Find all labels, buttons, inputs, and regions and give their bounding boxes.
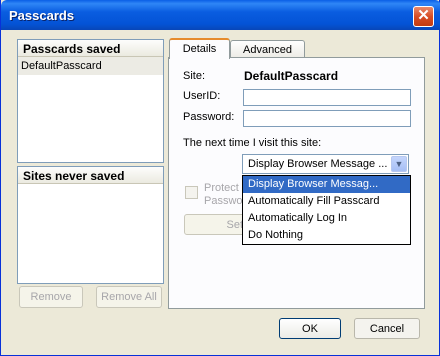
remove-button[interactable]: Remove (19, 286, 83, 308)
select-value: Display Browser Message ... (248, 158, 388, 170)
passcards-dialog: Passcards ✕ Passcards saved DefaultPassc… (0, 0, 440, 356)
site-value: DefaultPasscard (244, 69, 339, 83)
password-label: Password: (183, 111, 235, 123)
userid-label: UserID: (183, 90, 221, 102)
userid-input[interactable] (243, 89, 411, 106)
protect-label: Protect (204, 182, 239, 194)
chevron-down-icon[interactable]: ▼ (391, 156, 407, 172)
dropdown-option-do-nothing[interactable]: Do Nothing (243, 227, 410, 244)
close-icon[interactable]: ✕ (413, 6, 434, 27)
passcards-saved-list: Passcards saved DefaultPasscard (17, 39, 164, 163)
remove-all-button[interactable]: Remove All (96, 286, 162, 308)
window-title: Passcards (9, 8, 75, 23)
next-time-label: The next time I visit this site: (183, 137, 322, 149)
dropdown-option-autologin[interactable]: Automatically Log In (243, 210, 410, 227)
site-label: Site: (183, 70, 206, 82)
tab-advanced[interactable]: Advanced (230, 40, 305, 58)
password-protect-label: Passwo (204, 195, 243, 207)
tab-details[interactable]: Details (169, 38, 230, 59)
password-input[interactable] (243, 110, 411, 127)
sites-never-saved-header: Sites never saved (18, 167, 163, 184)
ok-button[interactable]: OK (279, 318, 341, 339)
title-bar: Passcards ✕ (1, 0, 440, 30)
next-visit-select[interactable]: Display Browser Message ... ▼ (242, 154, 409, 174)
dropdown-option-display-message[interactable]: Display Browser Messag... (243, 176, 410, 193)
sites-never-saved-list: Sites never saved (17, 166, 164, 284)
list-item[interactable]: DefaultPasscard (18, 57, 163, 75)
passcards-saved-header: Passcards saved (18, 40, 163, 57)
dropdown-option-autofill[interactable]: Automatically Fill Passcard (243, 193, 410, 210)
cancel-button[interactable]: Cancel (354, 318, 420, 339)
protect-password-checkbox[interactable] (185, 186, 198, 199)
next-visit-dropdown: Display Browser Messag... Automatically … (242, 175, 411, 245)
